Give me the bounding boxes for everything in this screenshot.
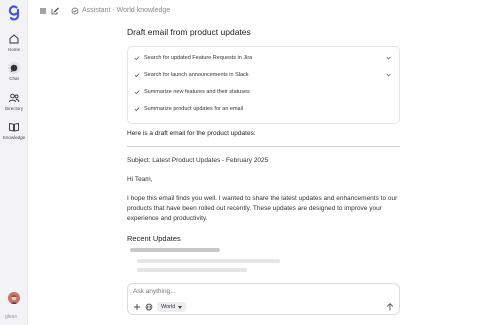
step-item[interactable]: Search for updated Feature Requests in J… — [134, 54, 391, 64]
brand-wordmark: glean — [5, 314, 18, 320]
home-icon — [9, 34, 19, 44]
assistant-icon — [71, 7, 79, 15]
step-item[interactable]: Search for launch announcements in Slack — [134, 71, 391, 81]
send-arrow-icon[interactable] — [385, 302, 395, 312]
chat-composer: World — [127, 283, 400, 315]
email-body-line: I hope this email finds you well. I want… — [127, 195, 398, 202]
sidebar-item-label: Knowledge — [2, 135, 26, 140]
chevron-down-icon[interactable] — [386, 73, 391, 77]
chevron-down-icon[interactable] — [386, 56, 391, 60]
assistant-response: Draft email from product updates Search … — [127, 27, 400, 272]
intro-text: Here is a draft email for the product up… — [127, 130, 256, 137]
new-chat-icon[interactable] — [51, 7, 59, 15]
check-icon — [134, 90, 140, 95]
loading-skeleton — [137, 268, 247, 272]
sidebar-item-home[interactable]: Home — [0, 33, 28, 52]
sidebar-item-chat[interactable]: Chat — [0, 62, 28, 81]
check-icon — [134, 56, 140, 61]
email-greeting: Hi Team, — [127, 176, 153, 183]
response-heading: Draft email from product updates — [127, 27, 251, 37]
sidebar-item-label: Home — [7, 47, 20, 52]
sidebar: Home Chat Directory Knowledge glean — [0, 0, 28, 325]
book-icon — [9, 122, 19, 132]
top-bar: Assistant - World knowledge — [28, 0, 500, 22]
section-title: Recent Updates — [127, 234, 181, 243]
avatar[interactable] — [8, 292, 20, 304]
avatar-person-icon — [9, 295, 19, 304]
sidebar-item-knowledge[interactable]: Knowledge — [0, 121, 28, 140]
glean-logo-icon[interactable] — [7, 5, 21, 21]
chat-active-indicator — [8, 62, 20, 74]
check-icon — [134, 107, 140, 112]
globe-icon[interactable] — [145, 303, 153, 311]
check-icon — [134, 73, 140, 78]
knowledge-scope-dropdown[interactable]: World — [157, 302, 187, 312]
email-subject: Subject: Latest Product Updates - Februa… — [127, 157, 269, 164]
caret-down-icon — [178, 305, 183, 309]
ask-input[interactable] — [133, 288, 333, 295]
divider — [127, 146, 400, 147]
sidebar-item-label: Directory — [4, 106, 23, 111]
loading-skeleton — [137, 259, 280, 263]
menu-icon[interactable] — [39, 7, 47, 15]
step-label: Search for launch announcements in Slack — [144, 72, 249, 78]
email-body-line: experience and productivity. — [127, 215, 208, 222]
step-label: Summarize product updates for an email — [144, 106, 244, 112]
chat-icon — [10, 64, 18, 73]
people-icon — [9, 93, 20, 103]
plus-icon[interactable] — [133, 303, 141, 311]
email-body-line: products that have been rolled out recen… — [127, 205, 382, 212]
loading-skeleton — [130, 248, 220, 252]
step-item[interactable]: Summarize new features and their statuse… — [134, 88, 391, 98]
sidebar-item-label: Chat — [9, 76, 19, 81]
sidebar-item-directory[interactable]: Directory — [0, 92, 28, 111]
step-label: Search for updated Feature Requests in J… — [144, 55, 253, 61]
step-item[interactable]: Summarize product updates for an email — [134, 105, 391, 115]
steps-panel: Search for updated Feature Requests in J… — [127, 46, 400, 124]
scope-label: World — [161, 304, 176, 310]
step-label: Summarize new features and their statuse… — [144, 89, 250, 95]
page-title: Assistant - World knowledge — [82, 7, 171, 14]
